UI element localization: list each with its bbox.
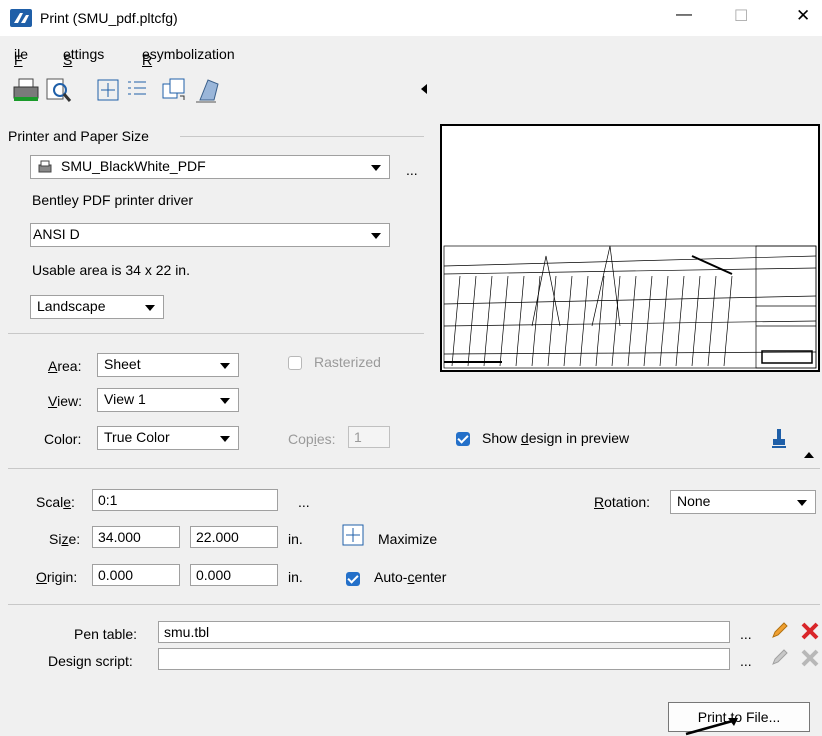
menu-file[interactable]: File <box>14 46 28 68</box>
rotation-select[interactable]: None <box>670 490 816 514</box>
chevron-down-icon <box>220 363 230 369</box>
printer-name: SMU_BlackWhite_PDF <box>61 158 206 174</box>
toolbar <box>8 76 428 108</box>
list-icon[interactable] <box>124 76 152 104</box>
paper-size-value: ANSI D <box>33 226 80 242</box>
size-label: Size: <box>49 531 81 547</box>
rasterized-checkbox[interactable] <box>288 356 302 370</box>
print-preview <box>440 124 820 372</box>
page-icon[interactable] <box>160 76 188 104</box>
copies-label: Copies: <box>288 431 336 447</box>
size-height-input[interactable]: 22.000 <box>190 526 278 548</box>
orientation-select[interactable]: Landscape <box>30 295 164 319</box>
view-select[interactable]: View 1 <box>97 388 239 412</box>
title-bar: Print (SMU_pdf.pltcfg) — ☐ ✕ <box>0 0 822 36</box>
color-label: Color: <box>44 431 82 447</box>
origin-label: Origin: <box>36 569 78 585</box>
color-select[interactable]: True Color <box>97 426 239 450</box>
collapse-up-icon[interactable] <box>804 452 814 458</box>
maximize-button[interactable]: ☐ <box>734 6 748 26</box>
drawing-preview <box>443 245 817 369</box>
design-script-input[interactable] <box>158 648 730 670</box>
color-value: True Color <box>104 429 170 445</box>
paper-size-select[interactable]: ANSI D <box>30 223 390 247</box>
rasterized-label: Rasterized <box>314 354 381 370</box>
maximize-label[interactable]: Maximize <box>378 531 437 547</box>
chevron-down-icon <box>797 500 807 506</box>
menu-settings[interactable]: Settings <box>63 46 104 68</box>
chevron-down-icon <box>220 436 230 442</box>
area-value: Sheet <box>104 356 141 372</box>
origin-y-input[interactable]: 0.000 <box>190 564 278 586</box>
brush-icon[interactable] <box>770 428 788 448</box>
collapse-arrow-icon[interactable] <box>421 84 427 94</box>
pencil-icon[interactable] <box>770 647 790 667</box>
printer-select[interactable]: SMU_BlackWhite_PDF <box>30 155 390 179</box>
bentley-logo-icon <box>10 9 32 27</box>
scale-label: Scale: <box>36 494 75 510</box>
scale-more-button[interactable]: ... <box>298 494 310 510</box>
chevron-down-icon <box>220 398 230 404</box>
pencil-icon[interactable] <box>770 620 790 640</box>
menu-bar: File Settings Resymbolization <box>0 40 300 68</box>
view-value: View 1 <box>104 391 146 407</box>
close-button[interactable]: ✕ <box>796 6 810 26</box>
area-label: Area: <box>48 358 82 374</box>
copies-input[interactable]: 1 <box>348 426 390 448</box>
pen-table-input[interactable]: smu.tbl <box>158 621 730 643</box>
auto-center-label: Auto-center <box>374 569 447 585</box>
chevron-down-icon <box>371 165 381 171</box>
origin-x-input[interactable]: 0.000 <box>92 564 180 586</box>
size-width-input[interactable]: 34.000 <box>92 526 180 548</box>
rotation-label: Rotation: <box>594 494 651 510</box>
printer-small-icon <box>38 160 52 173</box>
delete-icon[interactable] <box>800 648 820 668</box>
chevron-down-icon <box>371 233 381 239</box>
rotation-value: None <box>677 493 711 509</box>
auto-center-checkbox[interactable] <box>346 572 360 586</box>
minimize-button[interactable]: — <box>676 6 692 24</box>
chevron-down-icon <box>145 305 155 311</box>
window-title: Print (SMU_pdf.pltcfg) <box>40 10 178 26</box>
usable-area-label: Usable area is 34 x 22 in. <box>32 262 190 278</box>
design-script-label: Design script: <box>48 653 133 669</box>
maximize-icon[interactable] <box>342 524 364 546</box>
area-select[interactable]: Sheet <box>97 353 239 377</box>
view-label: View: <box>48 393 82 409</box>
printer-icon[interactable] <box>12 76 40 104</box>
scale-input[interactable]: 0:1 <box>92 489 278 511</box>
printer-section-label: Printer and Paper Size <box>8 128 149 144</box>
divider <box>8 604 820 605</box>
divider <box>8 333 424 334</box>
show-design-checkbox[interactable] <box>456 432 470 446</box>
pen-table-more-button[interactable]: ... <box>740 626 752 642</box>
divider <box>180 136 424 137</box>
pen-table-label: Pen table: <box>74 626 138 642</box>
print-organizer-icon[interactable] <box>194 76 222 104</box>
show-design-label: Show design in preview <box>482 430 630 446</box>
preview-icon[interactable] <box>44 76 72 104</box>
size-unit: in. <box>288 531 303 547</box>
orientation-value: Landscape <box>37 298 106 314</box>
printer-more-button[interactable]: ... <box>406 162 418 178</box>
design-script-more-button[interactable]: ... <box>740 653 752 669</box>
fit-icon[interactable] <box>94 76 122 104</box>
menu-resymbolization[interactable]: Resymbolization <box>142 46 235 68</box>
driver-label: Bentley PDF printer driver <box>32 192 194 208</box>
cursor-arrow-icon <box>685 718 738 736</box>
delete-icon[interactable] <box>800 621 820 641</box>
origin-unit: in. <box>288 569 303 585</box>
divider <box>8 468 820 469</box>
